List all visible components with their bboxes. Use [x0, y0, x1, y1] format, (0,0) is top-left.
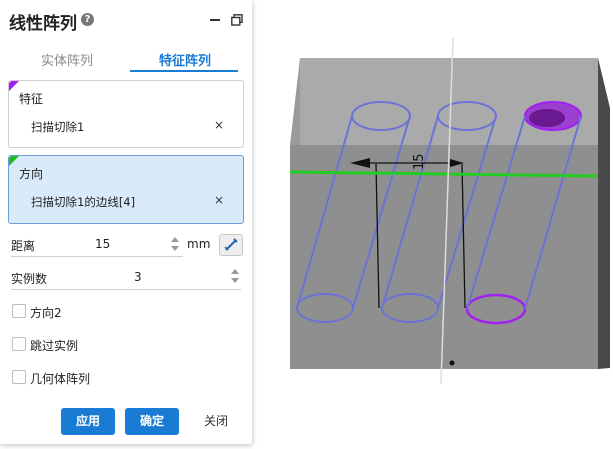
direction2-label: 方向2: [30, 306, 62, 320]
help-icon[interactable]: ?: [81, 13, 94, 26]
tab-feature-pattern[interactable]: 特征阵列: [130, 50, 240, 69]
block-side-face[interactable]: [598, 58, 610, 369]
direction-clear-icon[interactable]: ×: [214, 193, 224, 207]
instances-stepper[interactable]: [230, 267, 240, 285]
instances-label: 实例数: [11, 272, 48, 286]
panel-title: 线性阵列: [9, 14, 77, 34]
direction-value: 扫描切除1的边线[4]: [31, 195, 136, 209]
direction2-checkbox[interactable]: [12, 304, 26, 318]
block-left-top-face[interactable]: [290, 58, 300, 145]
skip-instances-checkbox[interactable]: [12, 337, 26, 351]
direction-selection-box[interactable]: 方向 扫描切除1的边线[4] ×: [8, 155, 244, 224]
feature-selection-box[interactable]: 特征 扫描切除1 ×: [8, 80, 244, 148]
geometry-pattern-checkbox[interactable]: [12, 370, 26, 384]
distance-unit: mm: [187, 237, 211, 251]
panel-titlebar: 线性阵列 ?: [0, 0, 252, 40]
distance-input[interactable]: 15: [95, 237, 110, 251]
origin-point: [449, 360, 455, 366]
feature-color-marker: [9, 81, 19, 91]
tab-solid-pattern[interactable]: 实体阵列: [12, 50, 122, 69]
measure-pick-icon: [224, 238, 238, 251]
ok-button[interactable]: 确定: [125, 408, 179, 435]
active-tab-indicator: [130, 70, 238, 72]
restore-icon[interactable]: [231, 14, 243, 26]
close-button[interactable]: 关闭: [191, 408, 241, 435]
skip-instances-label: 跳过实例: [30, 339, 79, 353]
feature-label: 特征: [19, 92, 44, 106]
dimension-label: 15: [412, 153, 427, 170]
geometry-pattern-label: 几何体阵列: [30, 372, 91, 386]
instances-input[interactable]: 3: [134, 270, 142, 284]
feature-clear-icon[interactable]: ×: [214, 118, 224, 132]
distance-pick-button[interactable]: [219, 234, 243, 256]
distance-label: 距离: [11, 239, 36, 253]
distance-underline: [11, 256, 183, 257]
block-front-face[interactable]: [290, 145, 598, 369]
minimize-icon[interactable]: [210, 19, 220, 21]
apply-button[interactable]: 应用: [61, 408, 115, 435]
direction-color-marker: [9, 156, 19, 166]
instances-underline: [11, 289, 241, 290]
distance-stepper[interactable]: [170, 235, 180, 253]
linear-pattern-panel: 线性阵列 ? 实体阵列 特征阵列 特征 扫描切除1 × 方向 扫描切除1的边线[…: [0, 0, 252, 444]
direction-label: 方向: [19, 167, 44, 181]
feature-value: 扫描切除1: [31, 120, 85, 134]
pattern-type-tabs: 实体阵列 特征阵列: [0, 40, 252, 74]
